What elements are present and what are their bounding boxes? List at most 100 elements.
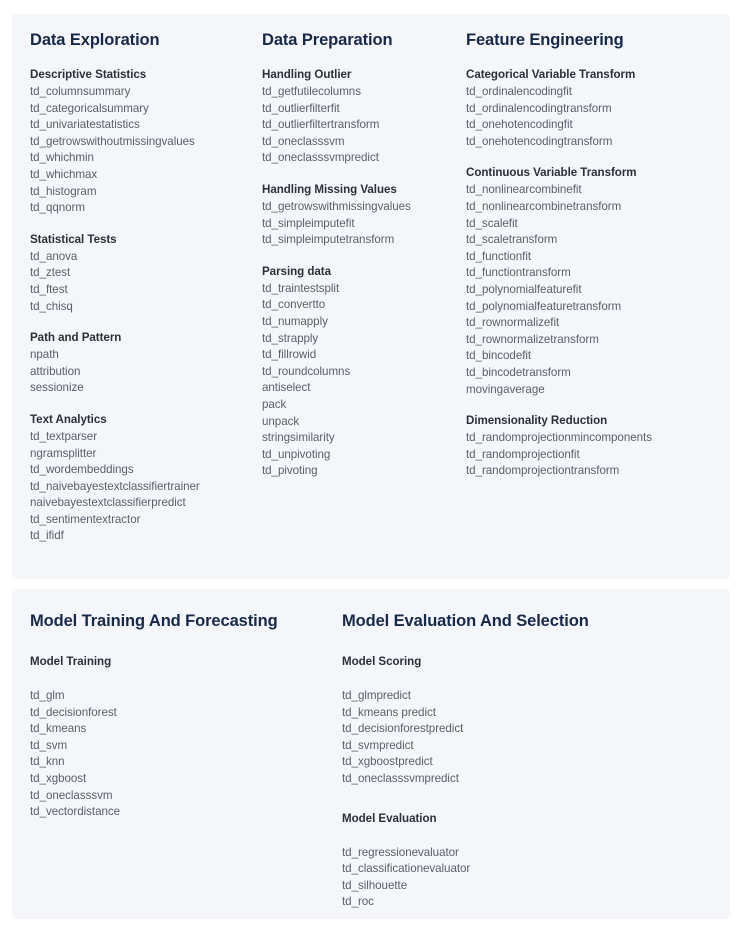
function-item[interactable]: td_kmeans predict bbox=[342, 705, 662, 722]
group-statistical-tests: Statistical Tests td_anova td_ztest td_f… bbox=[30, 231, 262, 315]
function-item[interactable]: td_textparser bbox=[30, 429, 262, 446]
function-item[interactable]: td_scaletransform bbox=[466, 232, 724, 249]
function-item[interactable]: td_sentimentextractor bbox=[30, 512, 262, 529]
section-title-data-preparation: Data Preparation bbox=[262, 31, 393, 49]
function-item[interactable]: td_silhouette bbox=[342, 878, 662, 895]
function-item[interactable]: td_randomprojectiontransform bbox=[466, 463, 724, 480]
function-item[interactable]: td_unpivoting bbox=[262, 447, 466, 464]
group-title: Model Evaluation bbox=[342, 811, 437, 825]
function-item[interactable]: td_decisionforestpredict bbox=[342, 721, 662, 738]
function-item[interactable]: movingaverage bbox=[466, 382, 724, 399]
function-item[interactable]: td_kmeans bbox=[30, 721, 342, 738]
function-item[interactable]: td_categoricalsummary bbox=[30, 101, 262, 118]
function-item[interactable]: td_ordinalencodingtransform bbox=[466, 101, 724, 118]
function-item[interactable]: td_traintestsplit bbox=[262, 281, 466, 298]
function-item[interactable]: td_simpleimputetransform bbox=[262, 232, 466, 249]
function-list: td_glmpredict td_kmeans predict td_decis… bbox=[342, 688, 662, 788]
function-item[interactable]: td_ztest bbox=[30, 265, 262, 282]
function-item[interactable]: td_ordinalencodingfit bbox=[466, 84, 724, 101]
function-item[interactable]: td_randomprojectionmincomponents bbox=[466, 430, 724, 447]
function-item[interactable]: td_fillrowid bbox=[262, 347, 466, 364]
function-item[interactable]: antiselect bbox=[262, 380, 466, 397]
group-parsing-data: Parsing data td_traintestsplit td_conver… bbox=[262, 263, 466, 480]
function-item[interactable]: td_knn bbox=[30, 754, 342, 771]
function-item[interactable]: td_oneclasssvmpredict bbox=[342, 771, 662, 788]
group-text-analytics: Text Analytics td_textparser ngramsplitt… bbox=[30, 411, 262, 545]
function-item[interactable]: td_rownormalizetransform bbox=[466, 332, 724, 349]
group-title: Handling Missing Values bbox=[262, 182, 397, 196]
function-item[interactable]: td_convertto bbox=[262, 297, 466, 314]
function-item[interactable]: td_ftest bbox=[30, 282, 262, 299]
group-title: Continuous Variable Transform bbox=[466, 166, 637, 180]
function-item[interactable]: attribution bbox=[30, 364, 262, 381]
function-item[interactable]: td_outlierfiltertransform bbox=[262, 117, 466, 134]
function-item[interactable]: td_oneclasssvm bbox=[30, 788, 342, 805]
function-item[interactable]: td_anova bbox=[30, 249, 262, 266]
function-list: td_randomprojectionmincomponents td_rand… bbox=[466, 430, 724, 480]
function-item[interactable]: td_outlierfilterfit bbox=[262, 101, 466, 118]
function-item[interactable]: pack bbox=[262, 397, 466, 414]
function-item[interactable]: td_polynomialfeaturetransform bbox=[466, 299, 724, 316]
function-item[interactable]: td_onehotencodingtransform bbox=[466, 134, 724, 151]
function-item[interactable]: td_numapply bbox=[262, 314, 466, 331]
function-item[interactable]: npath bbox=[30, 347, 262, 364]
group-title: Categorical Variable Transform bbox=[466, 68, 636, 81]
group-title: Model Scoring bbox=[342, 655, 422, 668]
function-item[interactable]: td_simpleimputefit bbox=[262, 216, 466, 233]
group-model-evaluation: Model Evaluation td_regressionevaluator … bbox=[342, 810, 662, 911]
function-item[interactable]: td_ifidf bbox=[30, 528, 262, 545]
function-item[interactable]: td_glm bbox=[30, 688, 342, 705]
function-item[interactable]: td_onehotencodingfit bbox=[466, 117, 724, 134]
function-item[interactable]: td_nonlinearcombinefit bbox=[466, 182, 724, 199]
function-item[interactable]: td_classificationevaluator bbox=[342, 861, 662, 878]
function-item[interactable]: td_scalefit bbox=[466, 216, 724, 233]
group-handling-missing-values: Handling Missing Values td_getrowswithmi… bbox=[262, 181, 466, 249]
function-item[interactable]: td_oneclasssvmpredict bbox=[262, 150, 466, 167]
function-item[interactable]: td_regressionevaluator bbox=[342, 845, 662, 862]
function-item[interactable]: td_vectordistance bbox=[30, 804, 342, 821]
group-title: Model Training bbox=[30, 655, 112, 668]
function-item[interactable]: td_getfutilecolumns bbox=[262, 84, 466, 101]
function-item[interactable]: td_xgboostpredict bbox=[342, 754, 662, 771]
function-item[interactable]: td_pivoting bbox=[262, 463, 466, 480]
function-item[interactable]: td_getrowswithmissingvalues bbox=[262, 199, 466, 216]
function-item[interactable]: td_randomprojectionfit bbox=[466, 447, 724, 464]
function-item[interactable]: td_svmpredict bbox=[342, 738, 662, 755]
function-item[interactable]: td_chisq bbox=[30, 299, 262, 316]
page-root: Data Exploration Descriptive Statistics … bbox=[0, 0, 756, 928]
function-item[interactable]: td_functiontransform bbox=[466, 265, 724, 282]
function-item[interactable]: td_bincodefit bbox=[466, 348, 724, 365]
function-item[interactable]: td_qqnorm bbox=[30, 200, 262, 217]
function-item[interactable]: td_getrowswithoutmissingvalues bbox=[30, 134, 262, 151]
function-list: td_columnsummary td_categoricalsummary t… bbox=[30, 84, 262, 217]
group-dimensionality-reduction: Dimensionality Reduction td_randomprojec… bbox=[466, 412, 724, 480]
function-item[interactable]: td_wordembeddings bbox=[30, 462, 262, 479]
function-item[interactable]: td_rownormalizefit bbox=[466, 315, 724, 332]
function-item[interactable]: td_functionfit bbox=[466, 249, 724, 266]
function-item[interactable]: td_whichmax bbox=[30, 167, 262, 184]
function-list: td_getrowswithmissingvalues td_simpleimp… bbox=[262, 199, 466, 249]
function-item[interactable]: td_polynomialfeaturefit bbox=[466, 282, 724, 299]
function-item[interactable]: td_xgboost bbox=[30, 771, 342, 788]
function-item[interactable]: td_whichmin bbox=[30, 150, 262, 167]
function-item[interactable]: td_strapply bbox=[262, 331, 466, 348]
function-item[interactable]: ngramsplitter bbox=[30, 446, 262, 463]
function-item[interactable]: unpack bbox=[262, 414, 466, 431]
function-item[interactable]: td_univariatestatistics bbox=[30, 117, 262, 134]
function-item[interactable]: sessionize bbox=[30, 380, 262, 397]
function-item[interactable]: td_roc bbox=[342, 894, 662, 911]
function-item[interactable]: td_nonlinearcombinetransform bbox=[466, 199, 724, 216]
function-item[interactable]: td_roundcolumns bbox=[262, 364, 466, 381]
column-data-preparation: Data Preparation Handling Outlier td_get… bbox=[262, 30, 466, 480]
function-item[interactable]: td_columnsummary bbox=[30, 84, 262, 101]
function-item[interactable]: td_glmpredict bbox=[342, 688, 662, 705]
function-item[interactable]: naivebayestextclassifierpredict bbox=[30, 495, 262, 512]
function-item[interactable]: stringsimilarity bbox=[262, 430, 466, 447]
function-item[interactable]: td_histogram bbox=[30, 184, 262, 201]
function-item[interactable]: td_naivebayestextclassifiertrainer bbox=[30, 479, 262, 496]
function-item[interactable]: td_decisionforest bbox=[30, 705, 342, 722]
function-list: npath attribution sessionize bbox=[30, 347, 262, 397]
function-item[interactable]: td_bincodetransform bbox=[466, 365, 724, 382]
function-item[interactable]: td_svm bbox=[30, 738, 342, 755]
function-item[interactable]: td_oneclasssvm bbox=[262, 134, 466, 151]
